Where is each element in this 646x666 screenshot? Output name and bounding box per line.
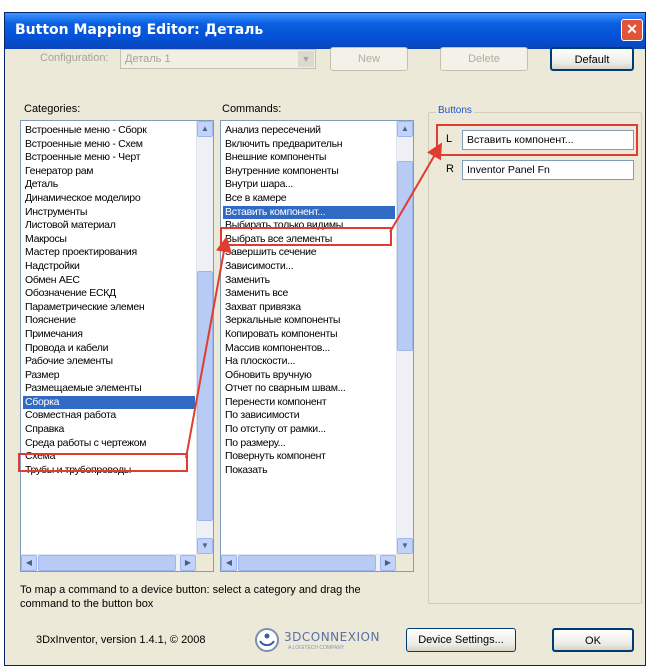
arrow-command-to-button bbox=[389, 142, 443, 233]
arrow-category-to-command bbox=[185, 236, 232, 459]
annotation-arrows bbox=[185, 142, 443, 459]
